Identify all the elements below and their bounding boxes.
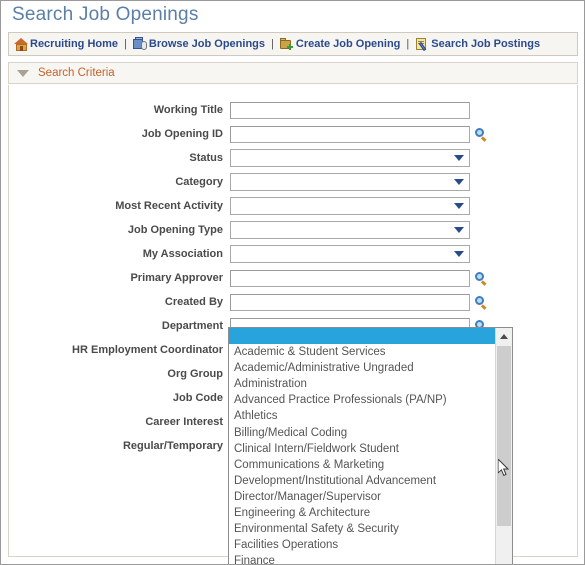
chevron-down-icon [454,179,464,185]
dropdown-scrollbar[interactable] [495,328,512,564]
dropdown-option[interactable]: Engineering & Architecture [229,505,495,521]
home-icon [14,37,29,52]
dropdown-option[interactable]: Billing/Medical Coding [229,425,495,441]
form-row: Category [9,170,577,194]
field-label: HR Employment Coordinator [72,344,223,356]
select-most-recent-activity[interactable] [230,197,470,215]
dropdown-option[interactable]: Academic & Student Services [229,344,495,360]
chevron-up-icon[interactable] [496,328,511,344]
dropdown-option[interactable]: Administration [229,376,495,392]
department-dropdown-list[interactable]: Academic & Student Services Academic/Admi… [228,327,513,564]
field-label: Created By [164,296,223,308]
dropdown-option[interactable]: Director/Manager/Supervisor [229,489,495,505]
mouse-cursor [498,459,510,477]
dropdown-options[interactable]: Academic & Student Services Academic/Admi… [229,328,495,564]
toolbar-link-create-job-opening[interactable]: Create Job Opening [279,37,401,52]
form-row: Job Opening Type [9,218,577,242]
dropdown-option[interactable] [229,328,495,345]
section-title: Search Criteria [38,67,115,79]
dropdown-option[interactable]: Clinical Intern/Fieldwork Student [229,441,495,457]
input-created-by[interactable] [230,293,470,311]
toolbar-separator: | [124,38,127,50]
form-row: Working Title [9,98,577,122]
field-label: Primary Approver [130,272,223,284]
dropdown-option[interactable]: Communications & Marketing [229,457,495,473]
field-label: Status [189,152,223,164]
select-category[interactable] [230,173,470,191]
toolbar-link-recruiting-home[interactable]: Recruiting Home [14,37,118,52]
form-row: Status [9,146,577,170]
toolbar-link-search-job-postings[interactable]: Search Job Postings [415,37,540,52]
form-row: Created By [9,290,577,314]
form-row: My Association [9,242,577,266]
field-label: Job Opening Type [127,224,223,236]
scrollbar-thumb[interactable] [497,346,511,526]
field-label: Job Opening ID [141,128,223,140]
browse-folder-icon [132,36,148,52]
lookup-magnifier-icon[interactable] [474,271,489,286]
toolbar-separator: | [406,38,410,50]
toolbar-link-label: Create Job Opening [295,38,401,50]
toolbar-link-label: Browse Job Openings [148,38,266,50]
select-status[interactable] [230,149,470,167]
triangle-down-icon[interactable] [17,69,29,77]
field-label: Career Interest [145,416,223,428]
search-criteria-header[interactable]: Search Criteria [8,62,578,84]
dropdown-option[interactable]: Finance [229,553,495,564]
dropdown-option[interactable]: Facilities Operations [229,537,495,553]
dropdown-option[interactable]: Academic/Administrative Ungraded [229,360,495,376]
toolbar-link-label: Search Job Postings [431,38,541,50]
field-label: Working Title [153,104,223,116]
field-label: Most Recent Activity [115,200,223,212]
input-job-opening-id[interactable] [230,125,470,143]
field-label: Org Group [167,368,223,380]
field-label: Department [161,320,223,332]
select-my-association[interactable] [230,245,470,263]
chevron-down-icon [454,227,464,233]
dropdown-option[interactable]: Development/Institutional Advancement [229,473,495,489]
chevron-down-icon [454,203,464,209]
search-postings-icon [415,37,430,52]
form-row: Primary Approver [9,266,577,290]
page-frame: Search Job Openings Recruiting Home | Br… [0,0,585,565]
form-row: Job Opening ID [9,122,577,146]
dropdown-option[interactable]: Athletics [229,408,495,424]
toolbar-separator: | [271,38,274,50]
dropdown-option[interactable]: Environmental Safety & Security [229,521,495,537]
toolbar-link-label: Recruiting Home [30,38,119,50]
recruiting-toolbar: Recruiting Home | Browse Job Openings | … [8,32,578,56]
toolbar-link-browse-job-openings[interactable]: Browse Job Openings [132,36,266,52]
dropdown-option[interactable]: Advanced Practice Professionals (PA/NP) [229,392,495,408]
chevron-down-icon [454,155,464,161]
lookup-magnifier-icon[interactable] [474,295,489,310]
field-label: Regular/Temporary [122,440,223,452]
field-label: Category [175,176,223,188]
field-label: Job Code [172,392,223,404]
lookup-magnifier-icon[interactable] [474,127,489,142]
chevron-down-icon [454,251,464,257]
field-label: My Association [142,248,223,260]
select-job-opening-type[interactable] [230,221,470,239]
create-folder-plus-icon [279,37,295,52]
page-title: Search Job Openings [12,4,199,25]
form-row: Most Recent Activity [9,194,577,218]
input-primary-approver[interactable] [230,269,470,287]
input-working-title[interactable] [230,101,470,119]
